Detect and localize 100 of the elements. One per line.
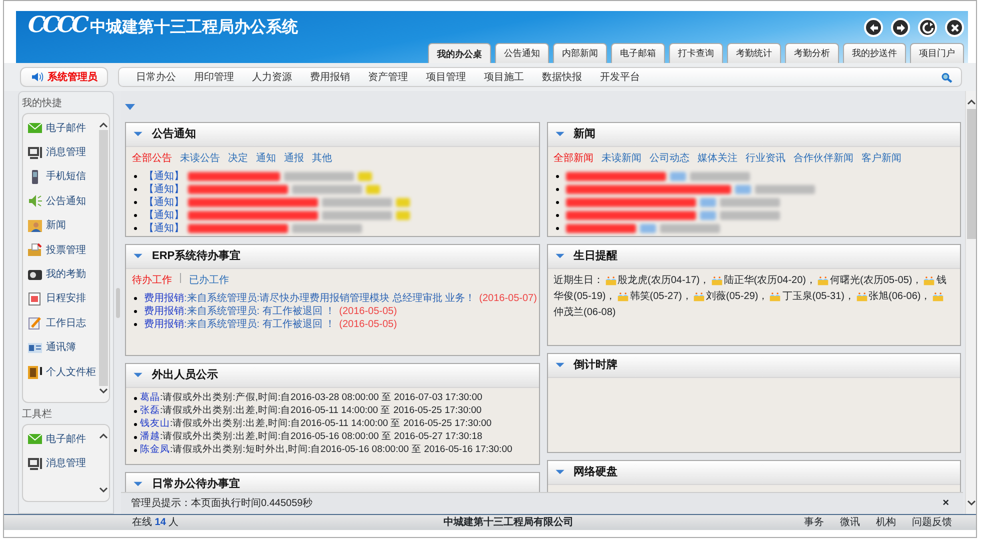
filter-link[interactable]: 未读公告 <box>180 150 220 166</box>
filter-link[interactable]: 未读新闻 <box>602 150 642 166</box>
redacted-date <box>322 198 392 206</box>
sidebar-item[interactable]: 电子邮件 <box>27 427 97 452</box>
chevron-up-icon[interactable] <box>98 433 108 439</box>
scrollbar[interactable] <box>97 114 109 402</box>
filter-link[interactable]: 媒体关注 <box>698 150 738 166</box>
notice-tag[interactable]: 【通知】 <box>144 194 184 210</box>
redacted-date <box>322 210 392 220</box>
back-button[interactable] <box>864 18 883 37</box>
tab[interactable]: 考勤统计 <box>727 42 781 63</box>
tab[interactable]: 内部新闻 <box>553 42 607 63</box>
refresh-button[interactable] <box>918 18 937 37</box>
status-link[interactable]: 微讯 <box>840 515 860 530</box>
tab[interactable]: 电子邮箱 <box>611 42 665 63</box>
filter-link[interactable]: 全部新闻 <box>554 150 594 166</box>
sidebar-item[interactable]: 公告通知 <box>27 189 97 214</box>
person-link[interactable]: 潘越 <box>140 430 160 444</box>
chevron-down-icon[interactable] <box>98 487 108 493</box>
person-link[interactable]: 葛晶 <box>140 390 160 406</box>
monitor-icon <box>27 456 43 471</box>
redacted-date <box>660 224 720 232</box>
chevron-up-icon[interactable] <box>966 99 976 105</box>
menu-item[interactable]: 数据快报 <box>533 70 591 84</box>
menu-item[interactable]: 开发平台 <box>591 70 649 84</box>
filter-link[interactable]: 客户新闻 <box>862 150 902 166</box>
sidebar-item[interactable]: 新闻 <box>27 214 97 238</box>
logo: CCCC <box>28 14 86 36</box>
sidebar-item[interactable]: 投票管理 <box>27 238 97 262</box>
notice-tag[interactable]: 【通知】 <box>144 182 184 196</box>
sidebar-item[interactable]: 电子邮件 <box>27 116 97 140</box>
menu-item[interactable]: 费用报销 <box>301 70 359 84</box>
tab[interactable]: 打卡查询 <box>669 42 723 63</box>
menu-item[interactable]: 项目管理 <box>417 70 475 84</box>
user-button[interactable]: 系统管理员 <box>20 67 108 87</box>
status-link[interactable]: 机构 <box>876 515 896 530</box>
redacted-date <box>292 184 362 194</box>
collapse-icon <box>554 467 566 477</box>
menu-item[interactable]: 用印管理 <box>185 70 243 84</box>
tab[interactable]: 我的抄送件 <box>843 42 906 63</box>
notice-tag[interactable]: 【通知】 <box>144 220 184 236</box>
tab[interactable]: 我的办公桌 <box>428 42 491 63</box>
todo-link[interactable]: 费用报销:来自系统管理员: 有工作被退回 ！ <box>144 304 336 318</box>
filter-link[interactable]: 全部公告 <box>132 150 172 166</box>
notice-tag[interactable]: 【通知】 <box>144 168 184 184</box>
filter-link[interactable]: 通知 <box>256 150 276 166</box>
scrollbar[interactable] <box>965 91 976 514</box>
menu-item[interactable]: 日常办公 <box>127 70 185 84</box>
refresh-icon <box>922 22 934 34</box>
redacted-date <box>292 224 362 232</box>
filter-link[interactable]: 决定 <box>228 150 248 166</box>
filter-link[interactable]: 已办工作 <box>189 272 229 288</box>
collapse-icon <box>132 251 144 261</box>
todo-link[interactable]: 费用报销:来自系统管理员: 有工作被退回 ！ <box>144 316 336 332</box>
tab[interactable]: 考勤分析 <box>785 42 839 63</box>
menu-item[interactable]: 资产管理 <box>359 70 417 84</box>
sidebar-item[interactable]: 个人文件柜 <box>27 360 97 384</box>
sidebar-item[interactable]: 工作日志 <box>27 311 97 336</box>
cake-icon <box>604 274 618 286</box>
close-button[interactable] <box>945 18 964 37</box>
sidebar-item[interactable]: 手机短信 <box>27 164 97 190</box>
redacted-date <box>690 172 750 180</box>
tab[interactable]: 公告通知 <box>495 42 549 63</box>
scrollbar[interactable] <box>97 425 109 501</box>
person-link[interactable]: 陈金凤 <box>140 442 170 458</box>
notice-tag[interactable]: 【通知】 <box>144 208 184 222</box>
section-title: 工具栏 <box>21 408 53 422</box>
menu-item[interactable]: 人力资源 <box>243 70 301 84</box>
chevron-down-icon[interactable] <box>98 388 108 394</box>
panel-title: ERP系统待办事宜 <box>152 248 241 264</box>
scrollbar-thumb[interactable] <box>966 109 976 239</box>
filter-link[interactable]: 通报 <box>284 150 304 166</box>
notice-text: 管理员提示：本页面执行时间0.445059秒 <box>131 496 313 511</box>
collapse-icon <box>554 360 566 370</box>
sidebar-item[interactable]: 我的考勤 <box>27 262 97 287</box>
close-button[interactable]: × <box>942 498 949 509</box>
filter-link[interactable]: 行业资讯 <box>746 150 786 166</box>
status-link[interactable]: 事务 <box>804 515 824 530</box>
company-name: 中城建第十三工程局有限公司 <box>444 516 574 530</box>
todo-link[interactable]: 费用报销:来自系统管理员:请尽快办理费用报销管理模块 总经理审批 业务！ <box>144 290 476 306</box>
sidebar-item[interactable]: 日程安排 <box>27 286 97 312</box>
collapse-icon[interactable] <box>125 104 135 111</box>
outing-text: :请假或外出类别:出差,时间:自2016-05-11 14:00:00 至 2016-05-25 17:30:00 <box>160 404 482 418</box>
filter-link[interactable]: 公司动态 <box>650 150 690 166</box>
sidebar-item[interactable]: 通讯簿 <box>27 336 97 360</box>
tab[interactable]: 项目门户 <box>910 42 964 63</box>
person-link[interactable]: 钱友山 <box>140 416 170 432</box>
sidebar-item[interactable]: 消息管理 <box>27 140 97 165</box>
filter-link[interactable]: 其他 <box>312 150 332 166</box>
sidebar-item[interactable]: 消息管理 <box>27 451 97 476</box>
person-link[interactable]: 张磊 <box>140 404 160 418</box>
chevron-down-icon[interactable] <box>966 500 976 506</box>
menu-item[interactable]: 项目施工 <box>475 70 533 84</box>
chevron-up-icon[interactable] <box>98 122 108 128</box>
filter-link[interactable]: 合作伙伴新闻 <box>794 150 854 166</box>
app-title: 中城建第十三工程局办公系统 <box>90 20 298 36</box>
filter-link[interactable]: 待办工作 <box>132 272 172 288</box>
collapse-icon <box>132 479 144 489</box>
forward-button[interactable] <box>891 18 910 37</box>
status-link[interactable]: 问题反馈 <box>912 515 952 530</box>
